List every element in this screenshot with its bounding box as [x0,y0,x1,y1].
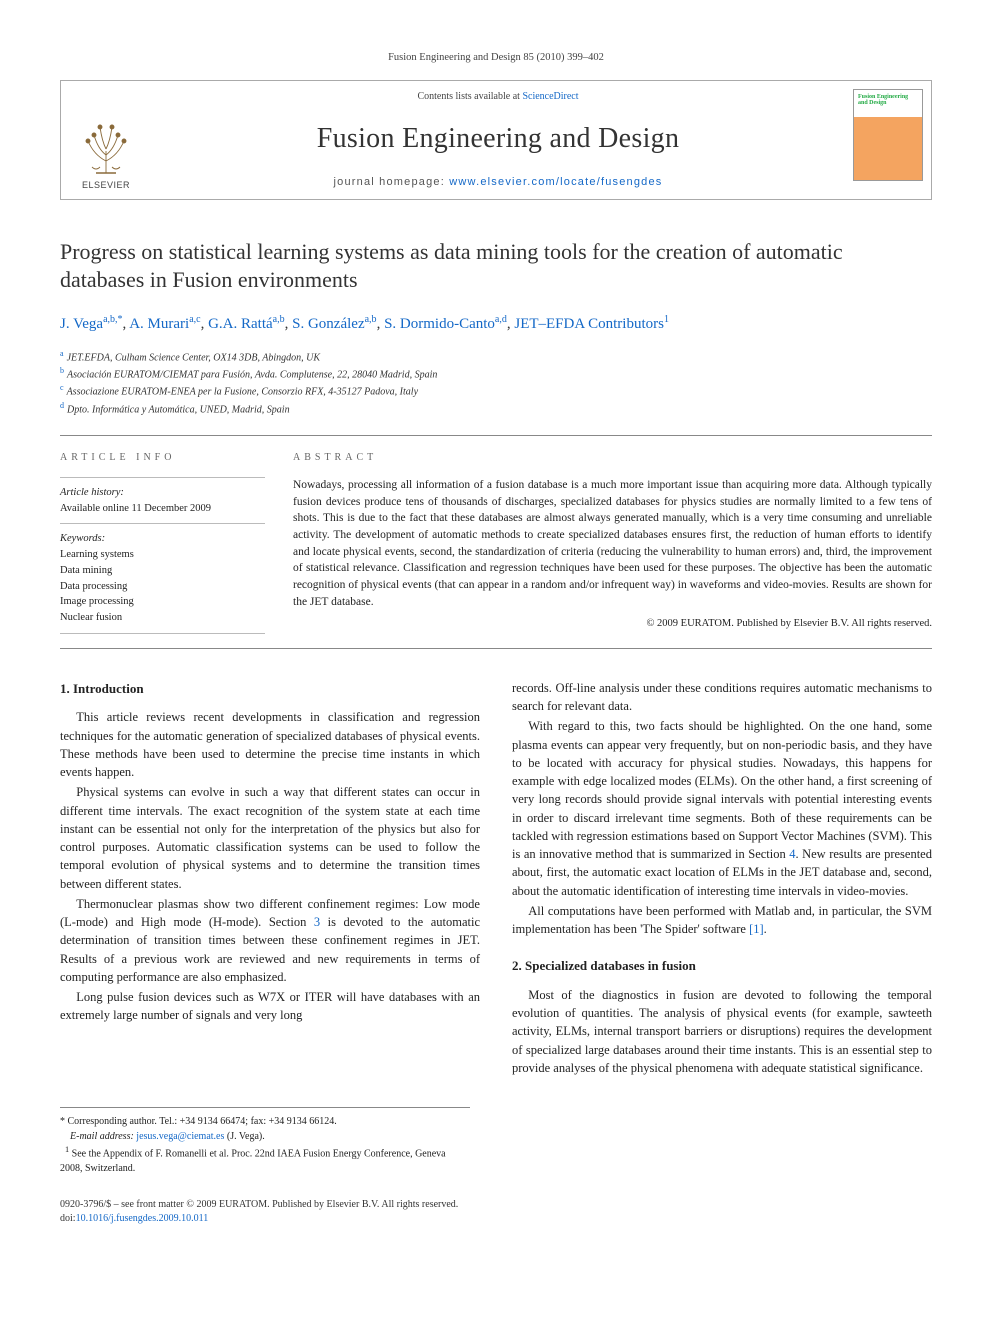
body-paragraph: records. Off-line analysis under these c… [512,679,932,716]
author-vega[interactable]: J. Vega [60,316,103,332]
body-paragraph: All computations have been performed wit… [512,902,932,939]
keyword: Image processing [60,594,265,610]
homepage-prefix: journal homepage: [333,176,449,188]
affiliation-d: dDpto. Informática y Automática, UNED, M… [60,400,932,417]
aff-sup: c [60,383,64,392]
elsevier-tree-icon [76,111,136,177]
contents-prefix: Contents lists available at [417,91,522,102]
keyword: Learning systems [60,547,265,563]
abstract-copyright: © 2009 EURATOM. Published by Elsevier B.… [293,616,932,632]
affiliation-c: cAssociazione EURATOM-ENEA per la Fusion… [60,382,932,399]
abstract-heading: abstract [293,450,932,465]
article-history-text: Available online 11 December 2009 [60,501,265,517]
email-line: E-mail address: jesus.vega@ciemat.es (J.… [60,1129,470,1144]
keywords-block: Keywords: Learning systems Data mining D… [60,523,265,634]
info-abstract-row: article info Article history: Available … [60,435,932,649]
para-frag: All computations have been performed wit… [512,904,932,936]
body-columns: 1. Introduction This article reviews rec… [60,679,932,1079]
doi-link[interactable]: 10.1016/j.fusengdes.2009.10.011 [76,1213,209,1224]
keyword: Nuclear fusion [60,610,265,626]
sciencedirect-link[interactable]: ScienceDirect [522,91,578,102]
aff-mark: a,b [365,314,377,325]
publisher-label: ELSEVIER [82,179,130,193]
aff-mark: a,d [495,314,507,325]
affiliation-b: bAsociación EURATOM/CIEMAT para Fusión, … [60,365,932,382]
journal-homepage-line: journal homepage: www.elsevier.com/locat… [333,174,662,191]
footnote-1-text: See the Appendix of F. Romanelli et al. … [60,1148,446,1174]
journal-name: Fusion Engineering and Design [317,118,680,160]
footnote-1-mark: 1 [65,1145,69,1154]
journal-homepage-link[interactable]: www.elsevier.com/locate/fusengdes [449,176,662,188]
para-frag: With regard to this, two facts should be… [512,719,932,861]
publisher-block: ELSEVIER [61,81,151,199]
article-history-block: Article history: Available online 11 Dec… [60,477,265,524]
article-info-heading: article info [60,450,265,465]
body-col-left: 1. Introduction This article reviews rec… [60,679,480,1079]
doi-line: doi:10.1016/j.fusengdes.2009.10.011 [60,1212,932,1226]
body-paragraph: Thermonuclear plasmas show two different… [60,895,480,986]
author-ratta[interactable]: G.A. Rattá [208,316,273,332]
cover-thumb-title: Fusion Engineering and Design [858,94,918,107]
aff-sup: b [60,366,64,375]
front-matter-line: 0920-3796/$ – see front matter © 2009 EU… [60,1198,932,1212]
email-label: E-mail address: [70,1131,134,1142]
body-paragraph: With regard to this, two facts should be… [512,717,932,900]
author-murari[interactable]: A. Murari [129,316,189,332]
footnotes: * Corresponding author. Tel.: +34 9134 6… [60,1107,470,1176]
section-1-heading: 1. Introduction [60,679,480,699]
article-info-column: article info Article history: Available … [60,450,265,634]
contents-available-line: Contents lists available at ScienceDirec… [417,89,578,104]
citation-link-1[interactable]: [1] [749,922,764,936]
body-paragraph: This article reviews recent developments… [60,708,480,781]
article-title: Progress on statistical learning systems… [60,238,932,294]
journal-masthead: ELSEVIER Contents lists available at Sci… [60,80,932,200]
footnote-1: 1 See the Appendix of F. Romanelli et al… [60,1144,470,1176]
article-history-label: Article history: [60,485,265,501]
abstract-text: Nowadays, processing all information of … [293,477,932,610]
body-paragraph: Physical systems can evolve in such a wa… [60,783,480,893]
author-dormido-canto[interactable]: S. Dormido-Canto [384,316,495,332]
aff-mark: a,b [273,314,285,325]
aff-sup: d [60,401,64,410]
body-col-right: records. Off-line analysis under these c… [512,679,932,1079]
running-header: Fusion Engineering and Design 85 (2010) … [60,50,932,66]
aff-mark: a,c [189,314,200,325]
email-who: (J. Vega). [227,1131,265,1142]
author-jet-efda[interactable]: JET–EFDA Contributors [514,316,664,332]
journal-cover-thumb: Fusion Engineering and Design [853,89,923,181]
doi-prefix: doi: [60,1213,76,1224]
aff-mark: a,b,* [103,314,122,325]
abstract-column: abstract Nowadays, processing all inform… [293,450,932,634]
corresponding-email-link[interactable]: jesus.vega@ciemat.es [136,1131,224,1142]
aff-text: JET.EFDA, Culham Science Center, OX14 3D… [67,352,320,363]
aff-mark: 1 [664,314,669,325]
journal-cover-thumb-wrap: Fusion Engineering and Design [845,81,931,199]
aff-text: Asociación EURATOM/CIEMAT para Fusión, A… [67,369,437,380]
affiliation-list: aJET.EFDA, Culham Science Center, OX14 3… [60,348,932,417]
section-2-heading: 2. Specialized databases in fusion [512,956,932,976]
body-paragraph: Long pulse fusion devices such as W7X or… [60,988,480,1025]
keywords-label: Keywords: [60,531,265,547]
corresponding-author-note: * Corresponding author. Tel.: +34 9134 6… [60,1114,470,1129]
body-paragraph: Most of the diagnostics in fusion are de… [512,986,932,1077]
page-footer: 0920-3796/$ – see front matter © 2009 EU… [60,1198,932,1226]
author-list: J. Vegaa,b,*, A. Muraria,c, G.A. Rattáa,… [60,312,932,336]
keyword: Data mining [60,563,265,579]
aff-text: Dpto. Informática y Automática, UNED, Ma… [67,404,290,415]
author-gonzalez[interactable]: S. González [292,316,364,332]
aff-text: Associazione EURATOM-ENEA per la Fusione… [67,387,418,398]
aff-sup: a [60,349,64,358]
keyword: Data processing [60,579,265,595]
affiliation-a: aJET.EFDA, Culham Science Center, OX14 3… [60,348,932,365]
